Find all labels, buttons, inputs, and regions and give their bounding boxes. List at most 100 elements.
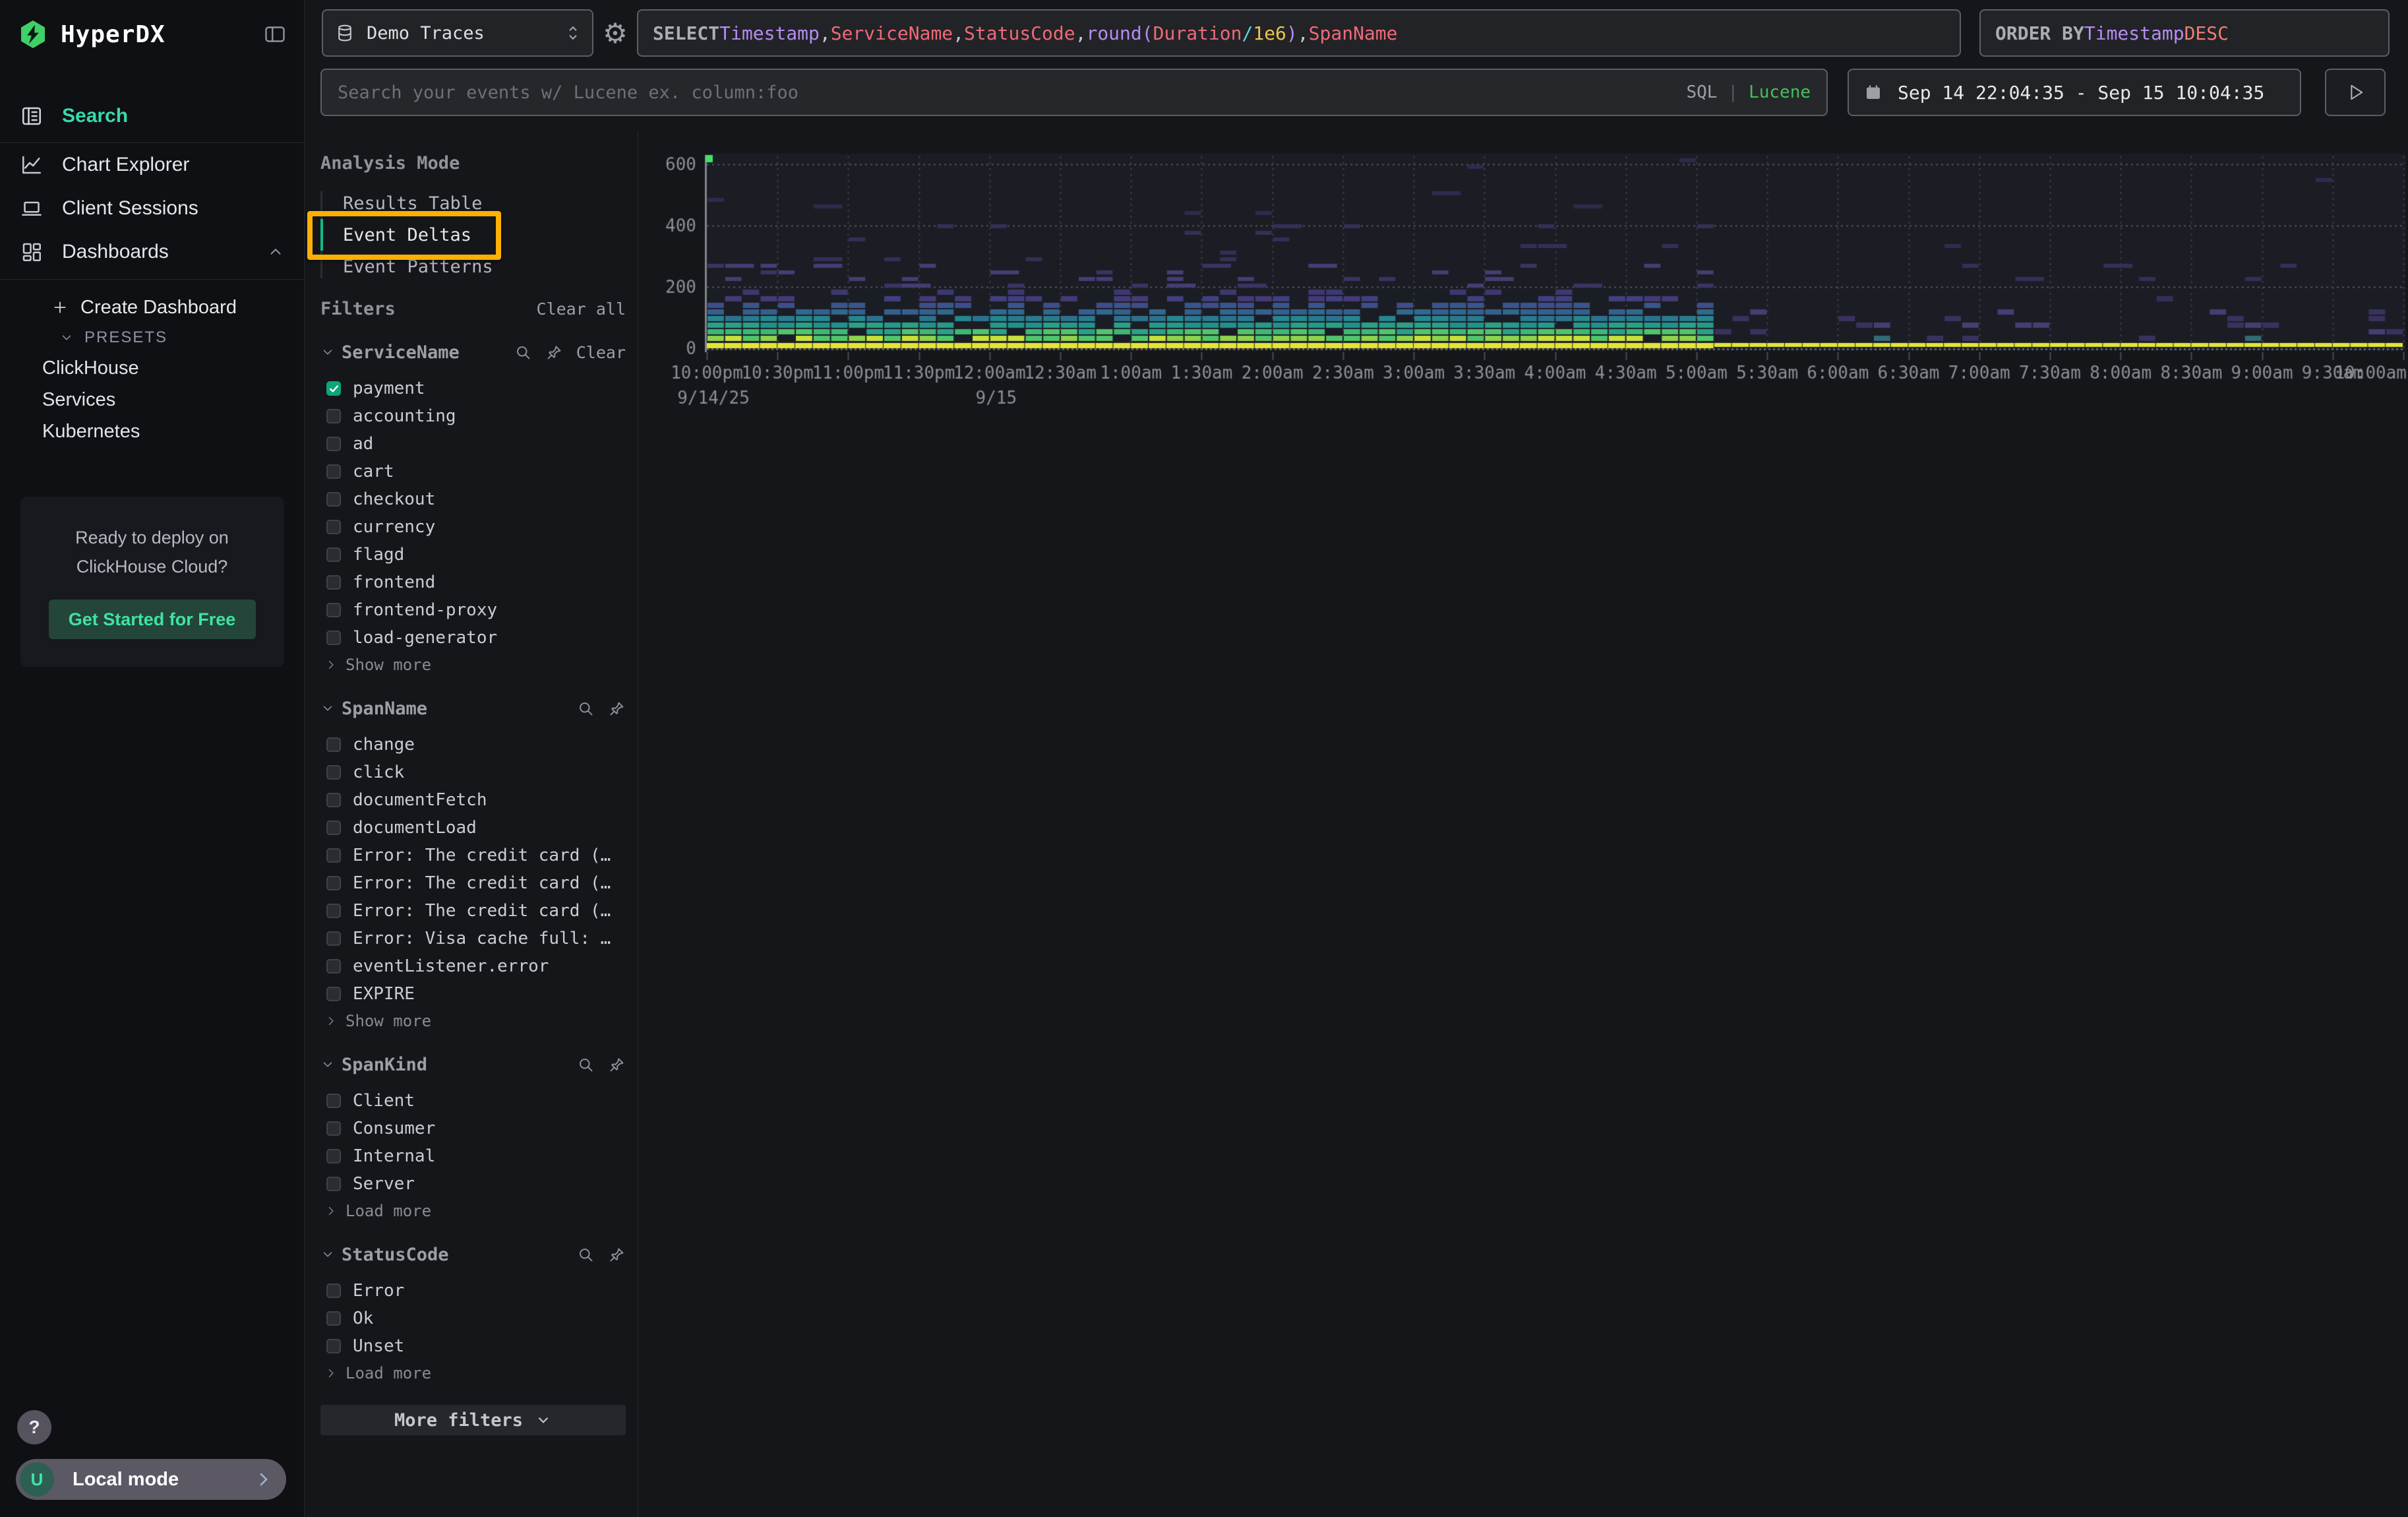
checkbox[interactable] bbox=[326, 848, 341, 863]
checkbox[interactable] bbox=[326, 1177, 341, 1191]
filter-option-documentfetch[interactable]: documentFetch bbox=[320, 786, 626, 814]
checkbox[interactable] bbox=[326, 1339, 341, 1353]
checkbox[interactable] bbox=[326, 1149, 341, 1163]
sidebar-item-client-sessions[interactable]: Client Sessions bbox=[0, 187, 304, 230]
pin-icon[interactable] bbox=[608, 700, 626, 718]
more-filters-button[interactable]: More filters bbox=[320, 1405, 626, 1435]
show-more-button[interactable]: Show more bbox=[320, 1008, 626, 1034]
filter-group-header-statuscode[interactable]: StatusCode bbox=[320, 1241, 626, 1268]
filter-option-error-visa-cache-full[interactable]: Error: Visa cache full: … bbox=[320, 925, 626, 952]
checkbox[interactable] bbox=[326, 603, 341, 617]
checkbox[interactable] bbox=[326, 437, 341, 451]
sidebar-item-search[interactable]: Search bbox=[0, 99, 304, 133]
filter-option-server[interactable]: Server bbox=[320, 1170, 626, 1198]
filter-option-change[interactable]: change bbox=[320, 731, 626, 758]
checkbox[interactable] bbox=[326, 1121, 341, 1136]
filter-option-ad[interactable]: ad bbox=[320, 430, 626, 458]
checkbox[interactable] bbox=[326, 631, 341, 645]
checkbox-checked[interactable] bbox=[326, 381, 341, 396]
pin-icon[interactable] bbox=[608, 1056, 626, 1074]
checkbox[interactable] bbox=[326, 959, 341, 974]
sidebar-item-chart-explorer[interactable]: Chart Explorer bbox=[0, 143, 304, 187]
filter-option-ok[interactable]: Ok bbox=[320, 1305, 626, 1332]
filter-option-frontend[interactable]: frontend bbox=[320, 569, 626, 596]
filter-option-error-the-credit-card[interactable]: Error: The credit card (… bbox=[320, 842, 626, 869]
checkbox[interactable] bbox=[326, 737, 341, 752]
filter-option-error[interactable]: Error bbox=[320, 1277, 626, 1305]
filter-option-currency[interactable]: currency bbox=[320, 513, 626, 541]
filter-option-internal[interactable]: Internal bbox=[320, 1142, 626, 1170]
laptop-icon bbox=[20, 197, 45, 220]
language-lucene-option[interactable]: Lucene bbox=[1749, 82, 1811, 102]
filter-option-error-the-credit-card[interactable]: Error: The credit card (… bbox=[320, 897, 626, 925]
checkbox[interactable] bbox=[326, 464, 341, 479]
checkbox[interactable] bbox=[326, 1094, 341, 1108]
show-more-button[interactable]: Show more bbox=[320, 652, 626, 678]
preset-services[interactable]: Services bbox=[0, 384, 304, 416]
pin-icon[interactable] bbox=[608, 1246, 626, 1264]
load-more-button[interactable]: Load more bbox=[320, 1360, 626, 1386]
filter-group-header-spanname[interactable]: SpanName bbox=[320, 695, 626, 722]
filter-option-click[interactable]: click bbox=[320, 758, 626, 786]
preset-kubernetes[interactable]: Kubernetes bbox=[0, 416, 304, 447]
checkbox[interactable] bbox=[326, 987, 341, 1001]
order-by-editor[interactable]: ORDER BY Timestamp DESC bbox=[1979, 9, 2390, 57]
checkbox[interactable] bbox=[326, 1311, 341, 1326]
pin-icon[interactable] bbox=[545, 344, 563, 361]
get-started-button[interactable]: Get Started for Free bbox=[49, 600, 256, 639]
checkbox[interactable] bbox=[326, 575, 341, 590]
checkbox[interactable] bbox=[326, 547, 341, 562]
checkbox[interactable] bbox=[326, 931, 341, 946]
trace-heatmap[interactable] bbox=[638, 132, 2408, 422]
filter-option-checkout[interactable]: checkout bbox=[320, 485, 626, 513]
checkbox[interactable] bbox=[326, 876, 341, 890]
checkbox[interactable] bbox=[326, 520, 341, 534]
user-menu-pill[interactable]: U Local mode bbox=[16, 1459, 286, 1500]
checkbox[interactable] bbox=[326, 904, 341, 918]
tab-event-patterns[interactable]: Event Patterns bbox=[330, 251, 626, 282]
filter-option-unset[interactable]: Unset bbox=[320, 1332, 626, 1360]
filter-option-payment[interactable]: payment bbox=[320, 375, 626, 402]
filter-group-header-spankind[interactable]: SpanKind bbox=[320, 1051, 626, 1078]
filter-option-expire[interactable]: EXPIRE bbox=[320, 980, 626, 1008]
help-button[interactable]: ? bbox=[17, 1410, 51, 1444]
filter-option-documentload[interactable]: documentLoad bbox=[320, 814, 626, 842]
filter-group-header-servicename[interactable]: ServiceNameClear bbox=[320, 339, 626, 365]
language-sql-option[interactable]: SQL bbox=[1686, 82, 1717, 102]
preset-clickhouse[interactable]: ClickHouse bbox=[0, 352, 304, 384]
filter-option-accounting[interactable]: accounting bbox=[320, 402, 626, 430]
tab-event-deltas[interactable]: Event Deltas bbox=[330, 219, 626, 251]
load-more-button[interactable]: Load more bbox=[320, 1198, 626, 1224]
create-dashboard-button[interactable]: Create Dashboard bbox=[0, 292, 304, 323]
search-icon[interactable] bbox=[514, 344, 532, 361]
filter-option-load-generator[interactable]: load-generator bbox=[320, 624, 626, 652]
presets-toggle[interactable]: PRESETS bbox=[0, 323, 304, 352]
tab-results-table[interactable]: Results Table bbox=[330, 187, 626, 219]
source-select[interactable]: Demo Traces bbox=[322, 9, 593, 57]
filter-option-eventlistener-error[interactable]: eventListener.error bbox=[320, 952, 626, 980]
filter-group-clear-button[interactable]: Clear bbox=[576, 343, 626, 362]
filter-option-frontend-proxy[interactable]: frontend-proxy bbox=[320, 596, 626, 624]
filter-option-cart[interactable]: cart bbox=[320, 458, 626, 485]
source-settings-gear-icon[interactable]: ⚙ bbox=[593, 17, 637, 49]
search-icon[interactable] bbox=[577, 1056, 595, 1074]
sidebar-item-dashboards[interactable]: Dashboards bbox=[0, 230, 304, 274]
checkbox[interactable] bbox=[326, 1284, 341, 1298]
checkbox[interactable] bbox=[326, 820, 341, 835]
checkbox[interactable] bbox=[326, 409, 341, 423]
run-query-button[interactable] bbox=[2325, 69, 2386, 116]
sidebar-collapse-icon[interactable] bbox=[263, 22, 287, 46]
filter-option-flagd[interactable]: flagd bbox=[320, 541, 626, 569]
search-icon[interactable] bbox=[577, 700, 595, 718]
checkbox[interactable] bbox=[326, 765, 341, 780]
filter-option-client[interactable]: Client bbox=[320, 1087, 626, 1115]
select-clause-editor[interactable]: SELECT Timestamp, ServiceName, StatusCod… bbox=[637, 9, 1961, 57]
clear-all-filters-button[interactable]: Clear all bbox=[537, 299, 626, 319]
search-input[interactable] bbox=[338, 82, 1673, 103]
filter-option-error-the-credit-card[interactable]: Error: The credit card (… bbox=[320, 869, 626, 897]
filter-option-consumer[interactable]: Consumer bbox=[320, 1115, 626, 1142]
search-icon[interactable] bbox=[577, 1246, 595, 1264]
checkbox[interactable] bbox=[326, 492, 341, 507]
date-range-picker[interactable]: Sep 14 22:04:35 - Sep 15 10:04:35 bbox=[1848, 69, 2301, 116]
checkbox[interactable] bbox=[326, 793, 341, 807]
